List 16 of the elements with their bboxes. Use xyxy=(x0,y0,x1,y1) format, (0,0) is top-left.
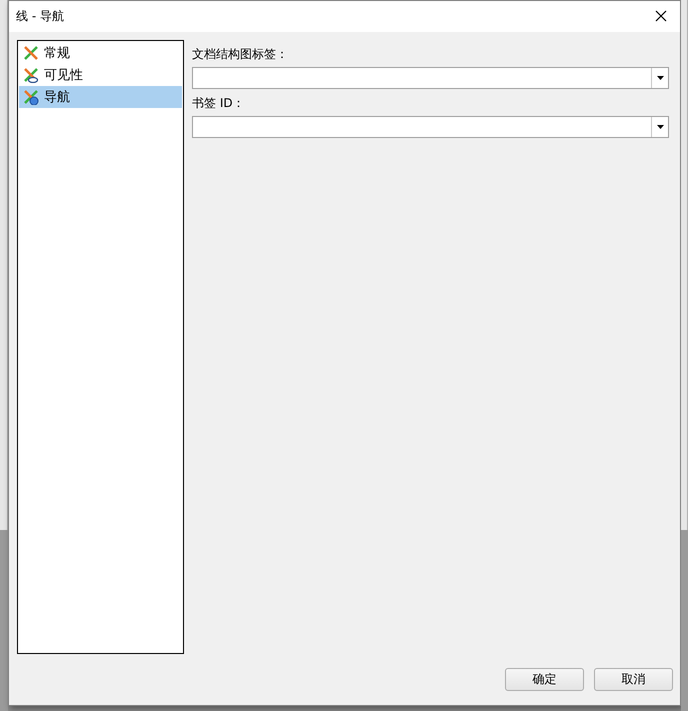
window-title: 线 - 导航 xyxy=(16,8,64,25)
tree-item[interactable]: 常规 xyxy=(19,42,182,64)
pencil-eye-icon xyxy=(23,66,39,83)
close-icon xyxy=(655,10,667,22)
tree-item[interactable]: 导航 xyxy=(19,86,182,108)
pencil-globe-icon xyxy=(23,88,39,105)
ok-button[interactable]: 确定 xyxy=(505,668,584,691)
cancel-button[interactable]: 取消 xyxy=(594,668,673,691)
combo-field[interactable] xyxy=(192,66,669,89)
field-label: 文档结构图标签： xyxy=(192,46,289,63)
crossed-pencil-icon xyxy=(23,44,39,61)
caret-icon xyxy=(656,76,664,80)
combo-field[interactable] xyxy=(192,116,669,138)
field-label: 书签 ID： xyxy=(192,94,246,112)
caret-icon xyxy=(656,124,664,129)
tree-item[interactable]: 可见性 xyxy=(19,64,182,86)
